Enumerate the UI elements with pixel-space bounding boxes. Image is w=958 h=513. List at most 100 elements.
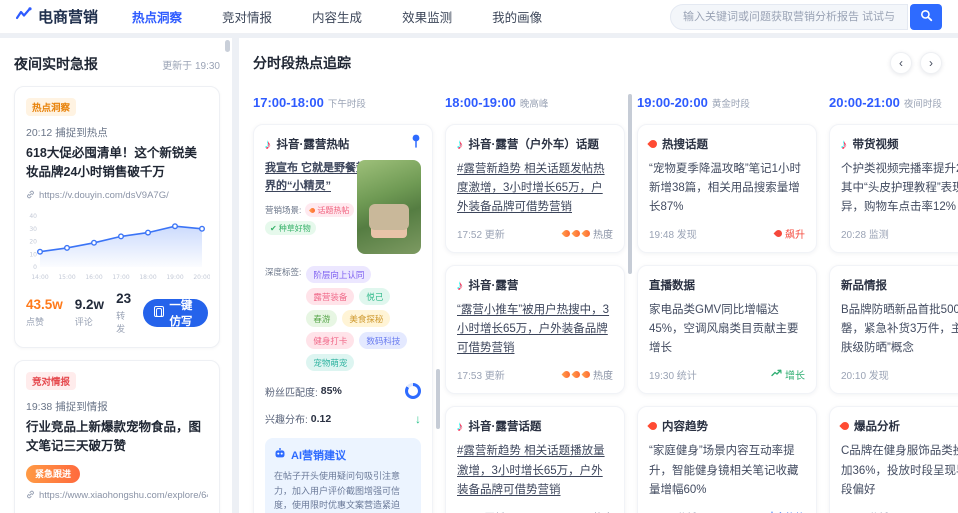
svg-text:14:00: 14:00 <box>31 274 48 281</box>
tag-pill[interactable]: 露营装备 <box>306 288 355 305</box>
top-navbar: 电商营销 热点洞察 竞对情报 内容生成 效果监测 我的画像 <box>0 0 958 34</box>
competitor-title[interactable]: 行业竞品上新爆款宠物食品，图文笔记三天破万赞 <box>26 418 208 457</box>
post-title-link[interactable]: 我宣布 它就是野餐垫界的“小精灵” <box>265 160 371 195</box>
fan-match-metric: 粉丝匹配度: 85% <box>265 383 421 399</box>
flame-icon <box>571 370 582 380</box>
tag-pill[interactable]: 悦己 <box>359 288 391 305</box>
svg-text:0: 0 <box>33 264 37 271</box>
timeslot-tracking-panel: 分时段热点追踪 ‹ › 17:00-18:00 下午时段 ♪ 抖音·露营热帖 我… <box>239 38 958 513</box>
search-icon <box>920 9 933 25</box>
likes-stat: 43.5w 点赞 <box>26 297 63 328</box>
one-click-rewrite-button[interactable]: 一键仿写 <box>143 298 208 328</box>
column-header: 18:00-19:00 晚高峰 <box>445 95 549 110</box>
svg-text:20: 20 <box>29 238 37 245</box>
svg-text:17:00: 17:00 <box>112 274 129 281</box>
pin-icon[interactable] <box>411 134 421 153</box>
flame-icon <box>581 370 592 380</box>
douyin-icon: ♪ <box>841 136 848 152</box>
robot-icon <box>274 448 286 462</box>
tab-effect-monitor[interactable]: 效果监测 <box>402 7 452 26</box>
competitor-capture-time: 19:38 捕捉到情报 <box>26 400 108 413</box>
column-scrollbar[interactable] <box>436 369 440 429</box>
live-data-card[interactable]: 直播数据 家电品类GMV同比增幅达45%，空调风扇类目贡献主要增长 19:30 … <box>637 265 817 395</box>
douyin-icon: ♪ <box>265 136 272 152</box>
hot-icon <box>839 420 851 433</box>
deep-tags-label: 深度标签: <box>265 267 302 277</box>
column-scrollbar[interactable] <box>628 94 632 274</box>
progress-ring-icon <box>405 383 421 399</box>
featured-douyin-card[interactable]: ♪ 抖音·露营热帖 我宣布 它就是野餐垫界的“小精灵” 营销场景: 话题热帖 ✔… <box>253 124 433 513</box>
interest-metric: 兴趣分布: 0.12 ↓ <box>265 411 421 427</box>
competitor-alert-card[interactable]: 竞对情报 19:38 捕捉到情报 行业竞品上新爆款宠物食品，图文笔记三天破万赞 … <box>14 359 220 513</box>
next-arrow-button[interactable]: › <box>920 52 942 74</box>
column-20-21: 20:00-21:00夜间时段 ♪ 带货视频 个护类视频完播率提升20%，其中“… <box>829 94 958 513</box>
ai-suggestion-box: AI营销建议 在帖子开头使用疑问句吸引注意力，加入用户评价截图增强可信度，使用限… <box>265 438 421 513</box>
app-logo: 电商营销 <box>15 6 99 27</box>
tag-pill[interactable]: 健身打卡 <box>306 332 355 349</box>
nav-tabs: 热点洞察 竞对情报 内容生成 效果监测 我的画像 <box>132 7 670 26</box>
content-trend-card[interactable]: 内容趋势 “家庭健身”场景内容互动率提升，智能健身镜相关笔记收藏量增幅60% 1… <box>637 406 817 513</box>
flame-icon <box>561 228 572 239</box>
svg-text:18:00: 18:00 <box>139 274 156 281</box>
urgent-follow-tag: 紧急跟进 <box>26 464 81 483</box>
competitor-trend-chart: 010203016:0017:0018:0019:0020:00 <box>26 508 208 513</box>
svg-text:10: 10 <box>29 251 37 258</box>
growth-status: 增长 <box>771 367 805 382</box>
link-icon <box>26 190 35 202</box>
scene-label: 营销场景: <box>265 205 302 216</box>
app-title: 电商营销 <box>38 9 99 26</box>
down-arrow-icon: ↓ <box>415 411 421 426</box>
tab-competitor-intel[interactable]: 竞对情报 <box>222 7 272 26</box>
post-photo <box>357 160 421 254</box>
column-19-20: 19:00-20:00 黄金时段 热搜话题 “宠物夏季降温攻略”笔记1小时新增38… <box>637 94 817 513</box>
heat-status: 热度 <box>561 367 613 382</box>
trend-up-icon <box>771 369 782 380</box>
flame-icon <box>571 228 582 239</box>
svg-text:20:00: 20:00 <box>193 274 210 281</box>
tab-hot-insight[interactable]: 热点洞察 <box>132 7 182 26</box>
douyin-topic-card[interactable]: ♪ 抖音·露营 “露营小推车”被用户热搜中，3小时增长65万，户外装备品牌可借势… <box>445 265 625 395</box>
new-product-intel-card[interactable]: 新品情报 B品牌防晒新品首批5000件售罄，紧急补货3万件，主打“养肤级防晒”概… <box>829 265 958 395</box>
tab-my-profile[interactable]: 我的画像 <box>492 7 542 26</box>
competitor-link[interactable]: https://www.xiaohongshu.com/explore/643.… <box>26 490 208 502</box>
competitor-badge: 竞对情报 <box>26 371 77 390</box>
surge-status: 飙升 <box>773 226 805 241</box>
search-bar <box>670 3 942 30</box>
douyin-topic-card[interactable]: ♪ 抖音·露营（户外车）话题 #露营新趋势 相关话题发帖热度激增，3小时增长65… <box>445 124 625 254</box>
hotspot-title[interactable]: 618大促必囤清单！这个新锐美妆品牌24小时销售破千万 <box>26 144 208 183</box>
hotspot-alert-card[interactable]: 热点洞察 20:12 捕捉到热点 618大促必囤清单！这个新锐美妆品牌24小时销… <box>14 86 220 348</box>
column-header: 19:00-20:00 黄金时段 <box>637 95 750 110</box>
tag-pill[interactable]: 宠物萌宠 <box>306 354 355 371</box>
sidebar-title: 夜间实时急报 <box>14 56 98 72</box>
sidebar-updated-time: 更新于 19:30 <box>162 61 220 72</box>
scene-tag: ✔ 种草好物 <box>265 221 316 236</box>
column-header: 17:00-18:00 下午时段 <box>253 95 366 110</box>
sidebar-scrollbar[interactable] <box>225 40 230 52</box>
ai-suggestion-text: 在帖子开头使用疑问句吸引注意力，加入用户评价截图增强可信度，使用限时优惠文案营造… <box>274 471 401 511</box>
svg-text:15:00: 15:00 <box>58 274 75 281</box>
tag-pill[interactable]: 数码科技 <box>359 332 408 349</box>
shares-stat: 23 转发 <box>116 290 132 334</box>
hit-product-analysis-card[interactable]: 爆品分析 C品牌在健身服饰品类投入增加36%，投放时段呈现早间时段偏好 20:0… <box>829 406 958 513</box>
heat-status: 热度 <box>561 509 613 513</box>
selling-video-card[interactable]: ♪ 带货视频 个护类视频完播率提升20%，其中“头皮护理教程”表现优异，购物车点… <box>829 124 958 254</box>
hotspot-badge: 热点洞察 <box>26 98 77 116</box>
douyin-topic-card[interactable]: ♪ 抖音·露营话题 #露营新趋势 相关话题播放量激增，3小时增长65万，户外装备… <box>445 406 625 513</box>
flame-icon <box>561 370 572 380</box>
svg-text:40: 40 <box>29 213 37 220</box>
hot-search-card[interactable]: 热搜话题 “宠物夏季降温攻略”笔记1小时新增38篇，相关用品搜索量增长87% 1… <box>637 124 817 254</box>
douyin-icon: ♪ <box>457 418 464 434</box>
prev-arrow-button[interactable]: ‹ <box>890 52 912 74</box>
svg-text:16:00: 16:00 <box>85 274 102 281</box>
tag-pill[interactable]: 美食探秘 <box>342 310 391 327</box>
tag-pill[interactable]: 春游 <box>306 310 338 327</box>
search-input[interactable] <box>670 3 908 30</box>
tab-content-generation[interactable]: 内容生成 <box>312 7 362 26</box>
svg-text:30: 30 <box>29 226 37 233</box>
column-header: 20:00-21:00 夜间时段 <box>829 95 942 110</box>
search-button[interactable] <box>910 3 942 30</box>
copy-icon <box>153 305 164 318</box>
hotspot-link[interactable]: https://v.douyin.com/dsV9A7G/ <box>26 190 208 202</box>
flame-icon <box>773 228 784 239</box>
tag-pill[interactable]: 阶层向上认同 <box>306 266 372 283</box>
